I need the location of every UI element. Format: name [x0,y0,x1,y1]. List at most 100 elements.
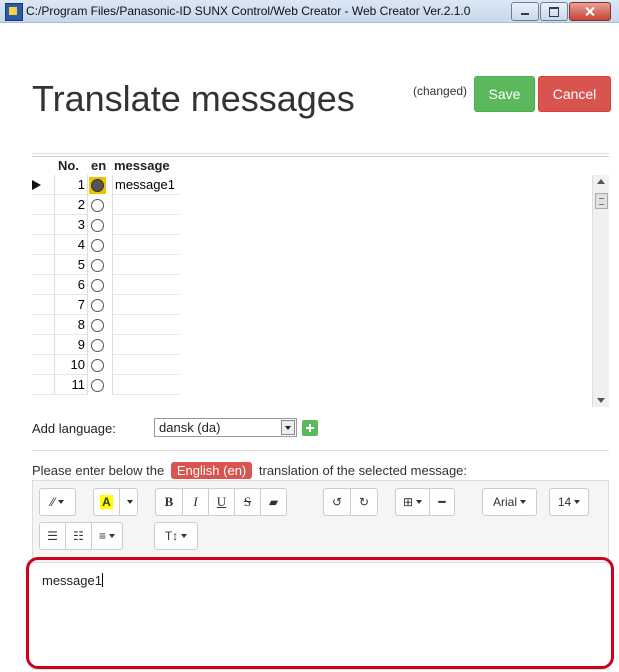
cancel-button[interactable]: Cancel [538,76,611,112]
translation-text-area[interactable]: message1 [32,562,609,668]
strikethrough-icon: S [243,494,252,509]
translation-text: message1 [42,573,102,588]
message-cell[interactable] [112,235,179,255]
message-cell[interactable] [112,275,179,295]
table-row[interactable]: 6 [32,275,609,295]
numbered-list-icon: ☷ [73,529,84,543]
font-size-dropdown[interactable]: 14 [549,488,589,516]
table-row[interactable]: 5 [32,255,609,275]
font-size-value: 14 [557,495,572,509]
add-language-button[interactable] [302,420,318,436]
align-left-icon: ≡ [98,529,106,543]
table-row[interactable]: 9 [32,335,609,355]
underline-icon: U [216,494,227,509]
row-pointer [32,255,55,275]
italic-button[interactable]: I [182,488,209,516]
row-radio[interactable] [89,357,106,374]
caret-down-icon [574,500,581,504]
row-radio[interactable] [89,317,106,334]
table-row[interactable]: 8 [32,315,609,335]
bold-button[interactable]: B [155,488,183,516]
message-cell[interactable] [112,335,179,355]
row-radio[interactable] [89,217,106,234]
table-row[interactable]: 7 [32,295,609,315]
strikethrough-button[interactable]: S [234,488,261,516]
message-cell[interactable] [112,255,179,275]
row-radio[interactable] [89,197,106,214]
row-radio[interactable] [89,337,106,354]
align-dropdown-button[interactable]: ≡ [91,522,123,550]
font-name-value: Arial [492,495,517,509]
language-select-value: dansk (da) [159,420,221,435]
table-row[interactable]: 11 [32,375,609,395]
language-select[interactable]: dansk (da) [154,418,297,437]
app-icon [5,3,23,21]
row-pointer [32,235,55,255]
row-pointer [32,335,55,355]
row-number: 6 [54,275,88,295]
table-row[interactable]: 2 [32,195,609,215]
row-pointer [32,275,55,295]
close-window-button[interactable] [569,2,611,21]
message-cell[interactable] [112,375,179,395]
row-number: 4 [54,235,88,255]
italic-icon: I [193,494,198,509]
message-cell[interactable]: message1 [112,175,179,195]
row-radio[interactable] [89,297,106,314]
table-insert-button[interactable]: ⊞ [395,488,430,516]
minimize-button[interactable] [511,2,539,21]
table-scrollbar[interactable] [592,175,609,407]
table-row[interactable]: 1 message1 [32,175,609,195]
bulleted-list-button[interactable]: ☰ [39,522,66,550]
table-row[interactable]: 4 [32,235,609,255]
scroll-thumb[interactable] [595,193,608,209]
highlight-color-button[interactable]: A [93,488,120,516]
message-cell[interactable] [112,355,179,375]
add-language-label: Add language: [32,421,116,436]
messages-table: No. en message 1 message1 2 3 4 5 6 7 8 9 10 11 [32,156,609,407]
radio-circle-icon [91,239,104,252]
paragraph-group: ☰ ☷ ≡ [39,522,123,550]
row-radio[interactable] [89,237,106,254]
radio-circle-icon [91,219,104,232]
text-cursor [101,573,103,587]
bulleted-list-icon: ☰ [47,529,58,543]
message-cell[interactable] [112,315,179,335]
row-pointer [32,175,55,195]
row-radio[interactable] [89,277,106,294]
format-group: B I U S ▰ [155,488,287,516]
magic-wand-style-button[interactable]: ⁄⁄ [39,488,76,516]
eraser-button[interactable]: ▰ [260,488,287,516]
chevron-down-icon[interactable] [281,420,295,435]
changed-status: (changed) [413,84,468,98]
redo-icon: ↻ [358,495,370,509]
message-cell[interactable] [112,195,179,215]
row-radio[interactable] [89,177,106,194]
column-header-en[interactable]: en [91,158,106,173]
table-row[interactable]: 3 [32,215,609,235]
caret-down-icon [416,500,423,504]
numbered-list-button[interactable]: ☷ [65,522,92,550]
scroll-down-arrow-icon[interactable] [597,398,605,403]
row-radio[interactable] [89,377,106,394]
undo-button[interactable]: ↺ [323,488,351,516]
horizontal-rule-button[interactable]: ━ [429,488,455,516]
save-button[interactable]: Save [474,76,535,112]
radio-circle-icon [91,279,104,292]
line-height-dropdown[interactable]: T↕ [154,522,198,550]
underline-button[interactable]: U [208,488,235,516]
table-icon: ⊞ [402,495,414,509]
table-row[interactable]: 10 [32,355,609,375]
font-name-dropdown[interactable]: Arial [482,488,537,516]
message-cell[interactable] [112,215,179,235]
maximize-button[interactable] [540,2,568,21]
instruction-text: Please enter below the English (en) tran… [32,462,467,479]
window-titlebar: C:/Program Files/Panasonic-ID SUNX Contr… [0,0,619,23]
row-number: 5 [54,255,88,275]
row-radio[interactable] [89,257,106,274]
horizontal-rule-icon: ━ [438,495,446,509]
message-cell[interactable] [112,295,179,315]
color-dropdown-button[interactable] [119,488,138,516]
redo-button[interactable]: ↻ [350,488,378,516]
scroll-up-arrow-icon[interactable] [597,179,605,184]
